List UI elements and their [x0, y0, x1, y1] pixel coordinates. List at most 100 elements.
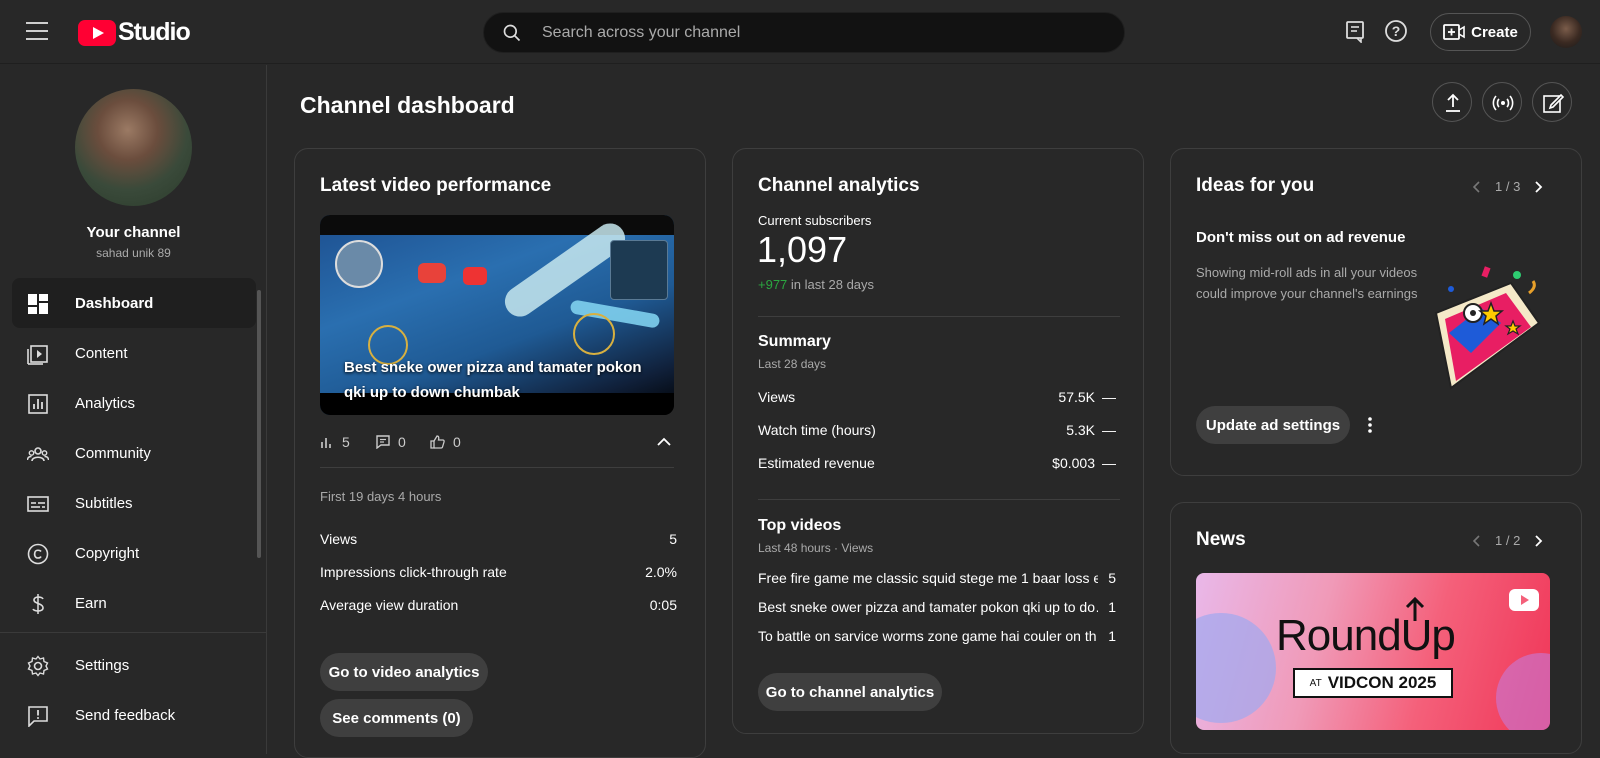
- sidebar-scrollbar[interactable]: [257, 290, 263, 640]
- messages-icon[interactable]: [1343, 19, 1367, 43]
- chevron-left-icon[interactable]: [1471, 534, 1481, 548]
- sidebar-item-earn[interactable]: Earn: [12, 578, 256, 628]
- idea-headline: Don't miss out on ad revenue: [1196, 229, 1406, 246]
- sidebar-item-content[interactable]: Content: [12, 328, 256, 378]
- video-thumbnail[interactable]: Best sneke ower pizza and tamater pokon …: [320, 215, 674, 415]
- chevron-right-icon[interactable]: [1534, 180, 1544, 194]
- dashboard-icon: [28, 294, 48, 314]
- go-to-video-analytics-button[interactable]: Go to video analytics: [320, 653, 488, 691]
- search-bar[interactable]: [483, 12, 1125, 53]
- sidebar-item-dashboard[interactable]: Dashboard: [12, 278, 256, 328]
- news-banner[interactable]: RoundUp AT VIDCON 2025: [1196, 573, 1550, 730]
- card-title: News: [1196, 529, 1246, 550]
- subscribers-count: 1,097: [757, 229, 848, 270]
- create-button[interactable]: Create: [1430, 13, 1531, 51]
- content-icon: [27, 345, 48, 365]
- ideas-pager: 1 / 3: [1471, 179, 1544, 194]
- summary-label: Watch time (hours): [758, 422, 876, 438]
- sidebar-item-label: Content: [75, 344, 128, 362]
- sidebar-item-copyright[interactable]: Copyright: [12, 528, 256, 578]
- top-video-views: 1: [1108, 599, 1116, 615]
- help-icon[interactable]: ?: [1384, 19, 1408, 43]
- top-bar: Studio ? Create: [0, 0, 1600, 64]
- subscribers-delta-suffix: in last 28 days: [790, 277, 875, 292]
- period-label: First 19 days 4 hours: [320, 489, 442, 504]
- subtitles-icon: [27, 496, 49, 512]
- sidebar-nav: Dashboard Content Analytics Community Su…: [12, 278, 256, 628]
- video-title: Best sneke ower pizza and tamater pokon …: [344, 359, 642, 401]
- metric-label: Views: [320, 531, 358, 547]
- your-channel-title[interactable]: Your channel: [0, 224, 267, 241]
- metric-value: 0:05: [649, 597, 677, 613]
- summary-trend: —: [1102, 422, 1116, 438]
- views-count: 5: [342, 434, 350, 450]
- scrollbar-thumb[interactable]: [257, 290, 261, 558]
- top-video-title[interactable]: To battle on sarvice worms zone game hai…: [758, 628, 1098, 644]
- channel-analytics-card: Channel analytics Current subscribers 1,…: [732, 148, 1144, 734]
- menu-icon[interactable]: [26, 22, 48, 40]
- go-to-channel-analytics-button[interactable]: Go to channel analytics: [758, 673, 942, 711]
- account-avatar[interactable]: [1550, 16, 1582, 48]
- analytics-icon: [28, 394, 48, 414]
- divider: [758, 499, 1120, 500]
- chevron-up-icon[interactable]: [656, 436, 672, 448]
- sidebar-item-label: Subtitles: [75, 494, 133, 512]
- metric-label: Impressions click-through rate: [320, 564, 507, 580]
- studio-logo[interactable]: Studio: [78, 18, 191, 47]
- chevron-left-icon[interactable]: [1471, 180, 1481, 194]
- sidebar-item-send-feedback[interactable]: Send feedback: [12, 690, 256, 740]
- banner-circle: [1496, 653, 1550, 730]
- summary-value: 57.5K: [1058, 389, 1095, 405]
- see-comments-button[interactable]: See comments (0): [320, 699, 473, 737]
- gear-icon: [27, 655, 49, 677]
- subscribers-label: Current subscribers: [758, 213, 872, 228]
- banner-event: VIDCON 2025: [1327, 673, 1437, 692]
- page-title: Channel dashboard: [300, 92, 515, 118]
- subscribers-delta: +977: [758, 277, 788, 292]
- ideas-card: Ideas for you 1 / 3 Don't miss out on ad…: [1170, 148, 1582, 476]
- like-icon: [430, 435, 445, 449]
- chevron-right-icon[interactable]: [1534, 534, 1544, 548]
- sidebar-item-community[interactable]: Community: [12, 428, 256, 478]
- search-input[interactable]: [542, 13, 1102, 52]
- card-title: Channel analytics: [758, 175, 920, 196]
- earn-icon: [32, 594, 44, 614]
- video-stats-row: 5 0 0: [320, 434, 674, 454]
- sidebar-item-subtitles[interactable]: Subtitles: [12, 478, 256, 528]
- news-pager: 1 / 2: [1471, 533, 1544, 548]
- summary-trend: —: [1102, 455, 1116, 471]
- sidebar-divider: [0, 632, 267, 633]
- food-shape: [418, 263, 446, 283]
- top-video-title[interactable]: Best sneke ower pizza and tamater pokon …: [758, 599, 1098, 615]
- sidebar-item-analytics[interactable]: Analytics: [12, 378, 256, 428]
- sidebar-item-label: Analytics: [75, 394, 136, 412]
- upload-icon: [1446, 93, 1460, 112]
- youtube-logo-icon: [78, 19, 116, 46]
- subscribers-delta-row: +977 in last 28 days: [758, 277, 874, 292]
- divider: [758, 316, 1120, 317]
- news-card: News 1 / 2 RoundUp AT VIDCON 2025: [1170, 502, 1582, 754]
- community-icon: [27, 447, 49, 462]
- channel-avatar[interactable]: [75, 89, 192, 206]
- card-title: Ideas for you: [1196, 175, 1315, 196]
- create-post-button[interactable]: [1532, 82, 1572, 122]
- banner-circle: [1196, 613, 1276, 723]
- logo-text: Studio: [118, 18, 191, 46]
- metric-label: Average view duration: [320, 597, 459, 613]
- idea-body: Showing mid-roll ads in all your videos …: [1196, 265, 1418, 301]
- banner-title: RoundUp: [1276, 611, 1456, 660]
- sidebar-item-label: Earn: [75, 594, 107, 612]
- top-video-title[interactable]: Free fire game me classic squid stege me…: [758, 570, 1098, 586]
- upload-button[interactable]: [1432, 82, 1472, 122]
- celebration-sticker-icon: [1434, 266, 1541, 390]
- more-options-icon[interactable]: [1367, 416, 1373, 434]
- go-live-button[interactable]: [1482, 82, 1522, 122]
- metric-value: 5: [669, 531, 677, 547]
- likes-count: 0: [453, 434, 461, 450]
- sidebar-item-settings[interactable]: Settings: [12, 640, 256, 690]
- update-ad-settings-button[interactable]: Update ad settings: [1196, 406, 1350, 444]
- food-shape: [463, 267, 487, 285]
- search-icon[interactable]: [502, 23, 522, 43]
- latest-video-card: Latest video performance Best sneke ower…: [294, 148, 706, 758]
- sidebar: Your channel sahad unik 89 Dashboard Con…: [0, 65, 267, 754]
